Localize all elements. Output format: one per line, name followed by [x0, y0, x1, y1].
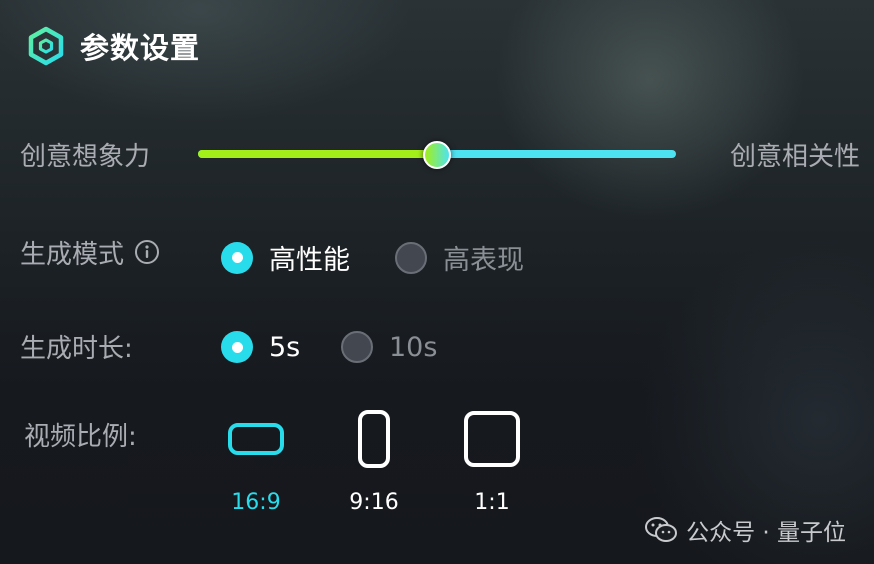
duration-option-10s[interactable]: 10s	[341, 331, 437, 363]
aspect-ratio-label: 视频比例:	[24, 422, 137, 452]
radio-button[interactable]	[221, 241, 253, 274]
slider-left-label: 创意想象力	[20, 142, 151, 172]
mode-option-high-performance[interactable]: 高性能	[221, 238, 350, 277]
duration-label: 生成时长:	[20, 333, 133, 364]
radio-button[interactable]	[395, 241, 427, 274]
watermark-text: 公众号 · 量子位	[686, 520, 846, 546]
duration-option-label: 5s	[269, 331, 301, 363]
duration-option-5s[interactable]: 5s	[221, 331, 300, 363]
portrait-ratio-icon	[358, 410, 390, 468]
creativity-slider-row: 创意想象力 创意相关性	[20, 132, 860, 176]
square-ratio-icon	[464, 411, 520, 467]
creativity-slider-track[interactable]	[198, 141, 676, 169]
mode-option-high-quality[interactable]: 高表现	[395, 238, 524, 277]
slider-fill	[198, 150, 437, 158]
ratio-option-label: 9:16	[349, 490, 399, 515]
radio-button[interactable]	[341, 331, 373, 363]
generation-mode-row: 生成模式	[20, 230, 160, 274]
ratio-option-label: 1:1	[474, 490, 510, 515]
ratio-option-16-9[interactable]: 16:9	[216, 408, 296, 520]
wechat-icon	[644, 515, 678, 545]
mode-option-label: 高性能	[269, 245, 350, 276]
ratio-option-label: 16:9	[231, 490, 281, 515]
slider-thumb[interactable]	[423, 141, 451, 169]
duration-row: 生成时长:	[20, 324, 133, 368]
panel-header: 参数设置	[26, 24, 200, 68]
generation-mode-label: 生成模式	[20, 239, 125, 270]
ratio-option-1-1[interactable]: 1:1	[452, 408, 532, 520]
slider-right-label: 创意相关性	[729, 142, 860, 172]
ratio-option-9-16[interactable]: 9:16	[334, 408, 414, 520]
info-circle-icon[interactable]	[134, 239, 160, 265]
duration-option-label: 10s	[389, 331, 438, 363]
page-title: 参数设置	[80, 31, 201, 65]
radio-button[interactable]	[221, 331, 253, 363]
parameter-settings-panel: 参数设置 创意想象力 创意相关性 生成模式 高性能 高表现 生成时长: 5s 1…	[0, 0, 874, 564]
landscape-ratio-icon	[228, 423, 284, 455]
mode-option-label: 高表现	[443, 245, 524, 276]
hexagon-logo-icon	[26, 26, 66, 66]
watermark: 公众号 · 量子位	[644, 512, 846, 548]
